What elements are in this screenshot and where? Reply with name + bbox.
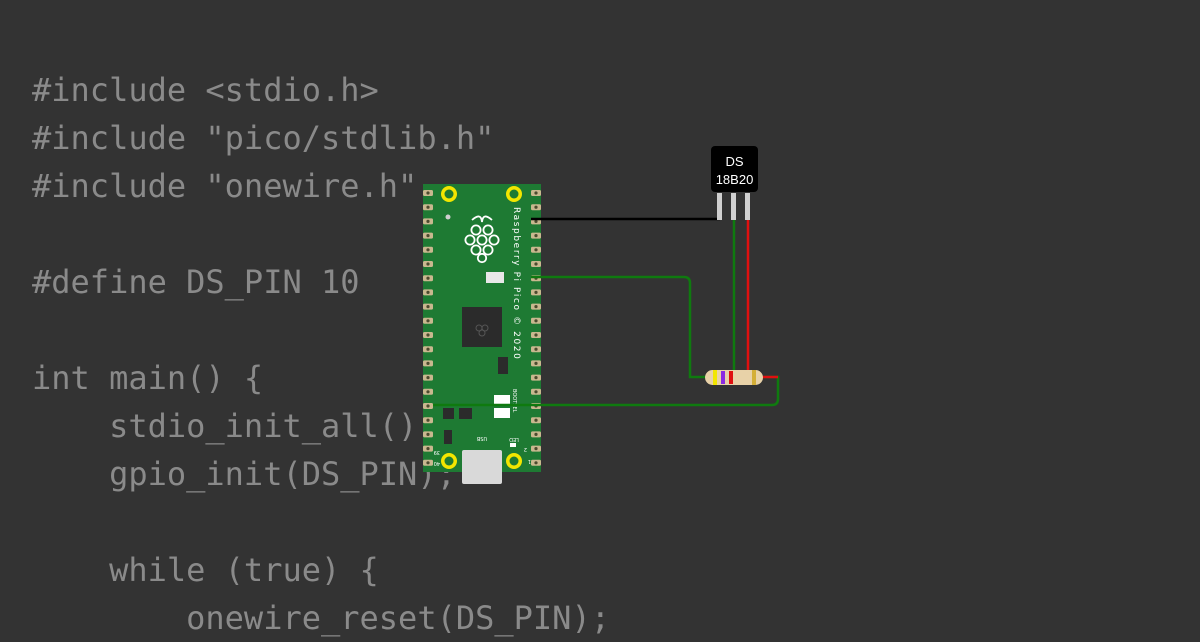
header-pin-hole xyxy=(534,191,538,195)
resistor-band xyxy=(729,371,733,384)
bootsel-label: BOOTSEL xyxy=(511,389,517,413)
header-pin-hole xyxy=(426,333,430,337)
header-pin-hole xyxy=(534,319,538,323)
bootsel-button-cap xyxy=(494,408,510,418)
header-pin-hole xyxy=(534,376,538,380)
bootsel-button[interactable] xyxy=(494,395,510,405)
header-pin-hole xyxy=(534,447,538,451)
header-pin-hole xyxy=(426,205,430,209)
sensor-label-line1: DS xyxy=(725,154,743,169)
resistor-band xyxy=(713,370,717,385)
fiducial-dot xyxy=(445,214,451,220)
header-pin-hole xyxy=(534,432,538,436)
sensor-lead xyxy=(745,193,750,220)
header-pin-hole xyxy=(426,290,430,294)
resistor-band xyxy=(721,371,725,384)
header-pin-hole xyxy=(534,347,538,351)
pico-board[interactable]: Raspberry Pi Pico © 2020 BOOTSEL USB LED… xyxy=(423,184,541,484)
pico-flash-chip xyxy=(486,272,504,283)
usb-port[interactable] xyxy=(462,450,502,484)
mount-hole xyxy=(506,186,522,202)
pullup-resistor[interactable] xyxy=(705,370,763,385)
led xyxy=(510,443,516,447)
header-pin-hole xyxy=(426,418,430,422)
header-pin-hole xyxy=(426,390,430,394)
power-wire-red[interactable] xyxy=(746,219,778,379)
header-pin-hole xyxy=(426,404,430,408)
header-pin-hole xyxy=(426,376,430,380)
header-pin-hole xyxy=(534,390,538,394)
header-pin-hole xyxy=(534,461,538,465)
header-pin-hole xyxy=(534,205,538,209)
pin40-label: 40 xyxy=(434,460,440,466)
header-pin-hole xyxy=(426,461,430,465)
header-pin-hole xyxy=(426,361,430,365)
header-pin-hole xyxy=(426,276,430,280)
pin1-label: 1 xyxy=(528,458,531,464)
header-pin-hole xyxy=(426,262,430,266)
header-pin-hole xyxy=(534,234,538,238)
header-pin-hole xyxy=(426,248,430,252)
mount-hole xyxy=(441,186,457,202)
smd-component xyxy=(459,408,472,419)
ds18b20-sensor[interactable]: DS 18B20 xyxy=(711,146,758,220)
header-pin-hole xyxy=(426,447,430,451)
header-pin-hole xyxy=(426,305,430,309)
sensor-label-line2: 18B20 xyxy=(716,172,754,187)
led-label: LED xyxy=(509,436,519,442)
header-pin-hole xyxy=(534,219,538,223)
header-pin-hole xyxy=(426,347,430,351)
pin39-label: 39 xyxy=(434,449,440,455)
header-pin-hole xyxy=(426,219,430,223)
header-pin-hole xyxy=(426,319,430,323)
header-pin-hole xyxy=(534,262,538,266)
header-pin-hole xyxy=(534,290,538,294)
header-pin-hole xyxy=(426,191,430,195)
header-pin-hole xyxy=(534,418,538,422)
sensor-lead xyxy=(731,193,736,220)
header-pin-hole xyxy=(534,248,538,252)
header-pin-hole xyxy=(534,333,538,337)
header-pin-hole xyxy=(426,234,430,238)
regulator-chip xyxy=(498,357,508,374)
smd-component xyxy=(443,408,454,419)
mount-hole xyxy=(441,453,457,469)
smd-component xyxy=(444,430,452,444)
sensor-lead xyxy=(717,193,722,220)
mount-hole xyxy=(506,453,522,469)
header-pin-hole xyxy=(534,361,538,365)
pin2-label: 2 xyxy=(524,446,527,452)
usb-label: USB xyxy=(476,435,487,441)
resistor-band xyxy=(752,370,756,385)
header-pin-hole xyxy=(426,432,430,436)
header-pin-hole xyxy=(534,305,538,309)
data-wire[interactable] xyxy=(531,219,736,379)
pico-silkscreen-label: Raspberry Pi Pico © 2020 xyxy=(511,207,521,360)
circuit-diagram: Raspberry Pi Pico © 2020 BOOTSEL USB LED… xyxy=(423,146,780,484)
